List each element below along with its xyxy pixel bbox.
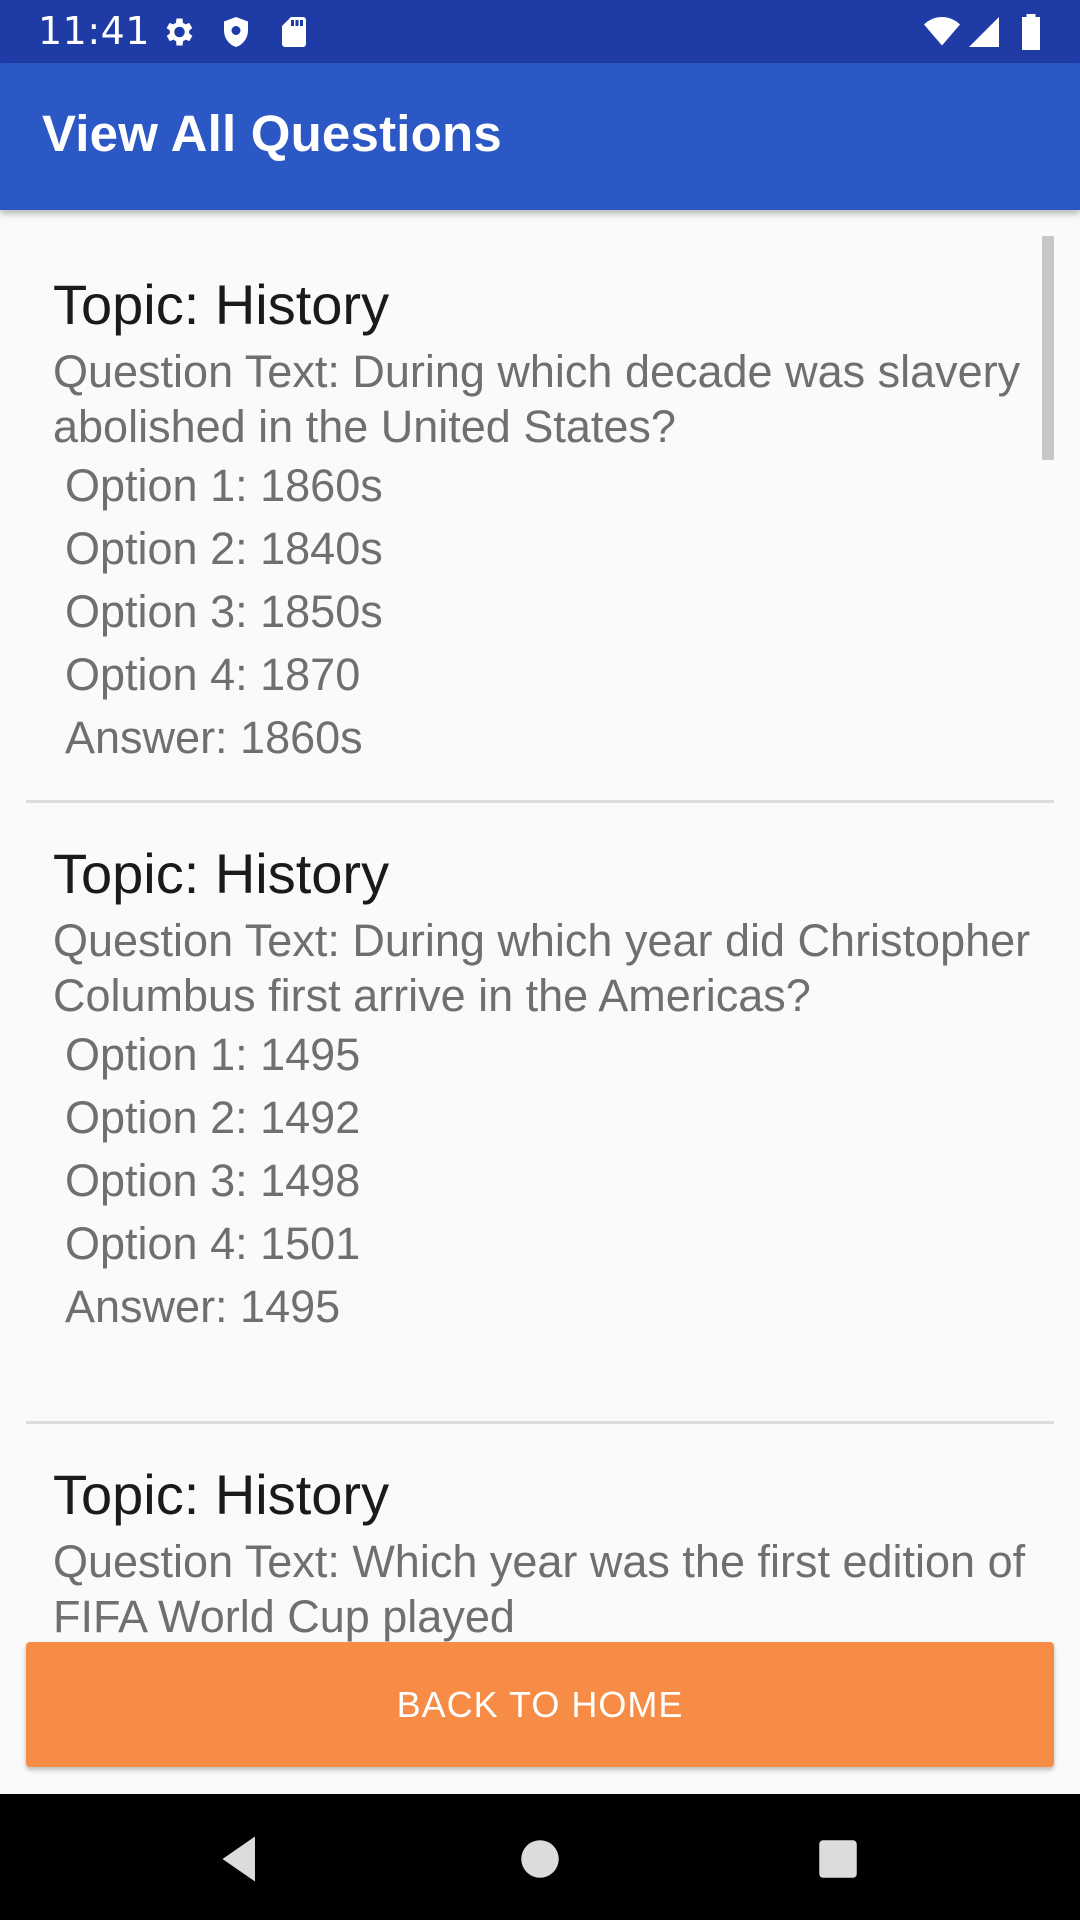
signal-icon — [966, 14, 1002, 50]
questions-list: Topic: History Question Text: During whi… — [26, 210, 1054, 1790]
wifi-icon — [920, 14, 964, 50]
navigation-bar — [0, 1794, 1080, 1920]
status-bar: 11:41 — [0, 0, 1080, 63]
question-topic: Topic: History — [53, 842, 390, 905]
question-text: Question Text: Which year was the first … — [53, 1536, 1026, 1642]
scrollbar[interactable] — [1042, 236, 1054, 460]
status-time: 11:41 — [38, 9, 151, 53]
option-3: Option 3: 1498 — [65, 1155, 361, 1206]
page-title: View All Questions — [42, 105, 502, 162]
option-1: Option 1: 1860s — [65, 460, 383, 511]
recents-square-icon[interactable] — [808, 1829, 868, 1889]
option-4: Option 4: 1501 — [65, 1218, 361, 1269]
options-list: Option 1: 1495 Option 2: 1492 Option 3: … — [53, 1023, 1034, 1338]
screen: 11:41 View All Questions Topic: History … — [0, 0, 1080, 1920]
battery-icon — [1016, 14, 1046, 50]
option-2: Option 2: 1492 — [65, 1092, 361, 1143]
options-list: Option 1: 1860s Option 2: 1840s Option 3… — [53, 454, 1034, 769]
sd-card-icon — [276, 14, 312, 50]
app-bar: View All Questions — [0, 63, 1080, 210]
question-text: Question Text: During which decade was s… — [53, 346, 1021, 452]
question-topic: Topic: History — [53, 1463, 390, 1526]
back-to-home-label: BACK TO HOME — [396, 1683, 684, 1725]
question-topic: Topic: History — [53, 273, 390, 336]
answer: Answer: 1495 — [65, 1281, 341, 1332]
gear-icon — [160, 14, 196, 50]
questions-list-container[interactable]: Topic: History Question Text: During whi… — [0, 210, 1080, 1790]
back-triangle-icon[interactable] — [210, 1829, 270, 1889]
shield-icon — [218, 14, 254, 50]
question-text: Question Text: During which year did Chr… — [53, 915, 1031, 1021]
option-1: Option 1: 1495 — [65, 1029, 361, 1080]
question-card: Topic: History Question Text: During whi… — [26, 210, 1054, 803]
home-circle-icon[interactable] — [510, 1829, 570, 1889]
option-4: Option 4: 1870 — [65, 649, 361, 700]
option-2: Option 2: 1840s — [65, 523, 383, 574]
option-3: Option 3: 1850s — [65, 586, 383, 637]
back-to-home-button[interactable]: BACK TO HOME — [26, 1642, 1054, 1767]
question-card: Topic: History Question Text: During whi… — [26, 803, 1054, 1424]
answer: Answer: 1860s — [65, 712, 363, 763]
